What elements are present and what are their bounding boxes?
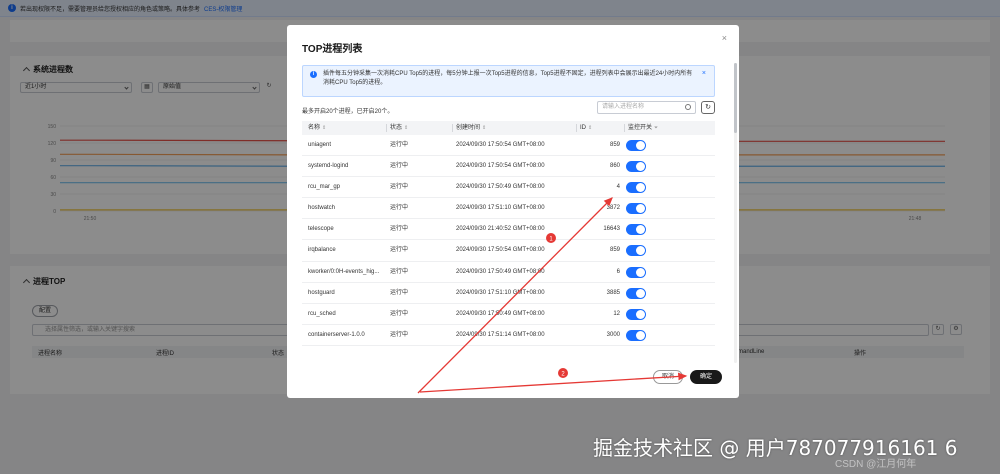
annotation-arrow-1 [417,197,613,394]
annotation-arrow-2 [419,372,688,393]
watermark-secondary: CSDN @江月何年 [835,459,917,470]
annotation-layer: 1 2 [417,197,688,394]
